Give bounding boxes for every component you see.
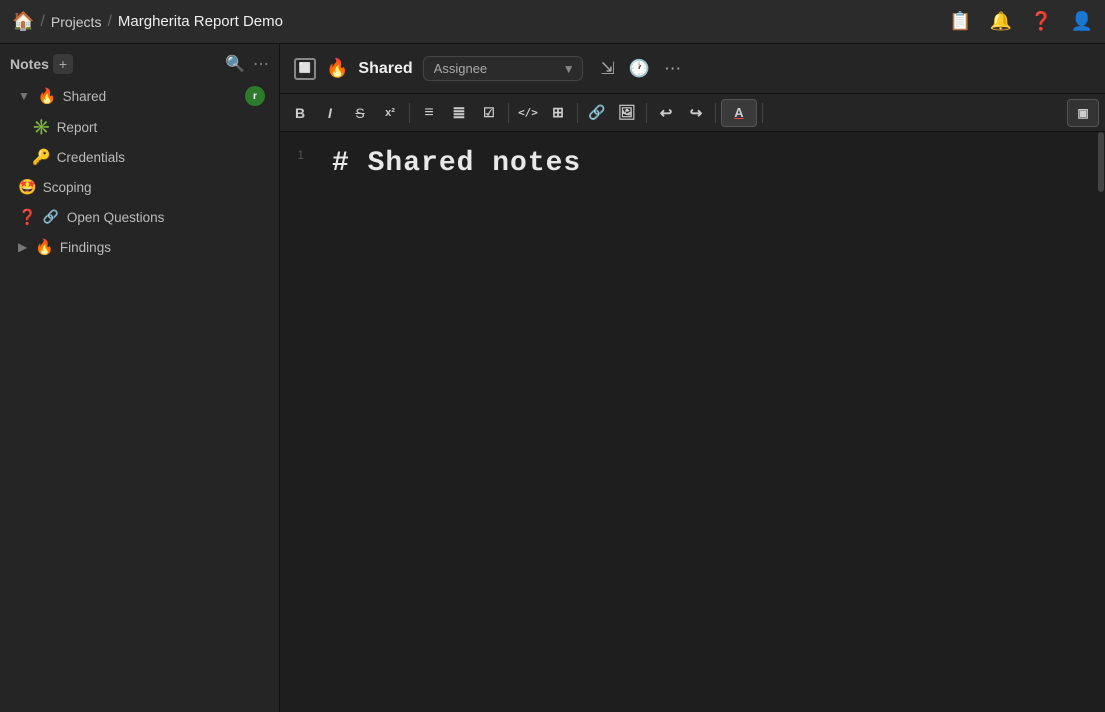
sidebar-header: Notes + 🔍 ⋯: [0, 44, 279, 80]
inline-code-button[interactable]: </>: [514, 99, 542, 127]
image-button[interactable]: 🖼: [613, 99, 641, 127]
share-icon[interactable]: ⇲: [601, 59, 615, 79]
toolbar-right: ▣: [1067, 99, 1099, 127]
line-numbers: 1: [280, 132, 312, 712]
add-note-button[interactable]: +: [53, 54, 73, 74]
toolbar-sep-5: [715, 103, 716, 123]
history-icon[interactable]: 🕐: [629, 59, 650, 79]
scrollbar-thumb[interactable]: [1098, 132, 1104, 192]
page-emoji-icon: 🔥: [326, 58, 348, 79]
more-options-icon[interactable]: ⋯: [664, 59, 681, 79]
breadcrumb-page-title: Margherita Report Demo: [118, 13, 283, 30]
sidebar-item-findings[interactable]: ▶ 🔥 Findings: [4, 233, 275, 261]
breadcrumb-sep-1: /: [40, 13, 44, 31]
redo-button[interactable]: ↪: [682, 99, 710, 127]
assignee-wrapper: Assignee Alice Bob Charlie ▼: [423, 56, 583, 81]
toolbar-sep-2: [508, 103, 509, 123]
ordered-list-button[interactable]: ≣: [445, 99, 473, 127]
scoping-icon: 🤩: [18, 178, 37, 196]
content-page-title: Shared: [358, 60, 412, 78]
line-number-1: 1: [280, 148, 304, 162]
toolbar-sep-6: [762, 103, 763, 123]
toolbar-sep-1: [409, 103, 410, 123]
sidebar-item-open-questions[interactable]: ❓ 🔗 Open Questions: [4, 203, 275, 231]
main-layout: Notes + 🔍 ⋯ ▼ 🔥 Shared r ✳️ Report 🔑 Cre…: [0, 44, 1105, 712]
link-button[interactable]: 🔗: [583, 99, 611, 127]
content-header: ⬜ 🔥 Shared Assignee Alice Bob Charlie ▼ …: [280, 44, 1105, 94]
toolbar-sep-3: [577, 103, 578, 123]
help-icon[interactable]: ❓: [1030, 11, 1052, 32]
credentials-icon: 🔑: [32, 148, 51, 166]
editor: 1 # Shared notes: [280, 132, 1105, 712]
editor-content[interactable]: # Shared notes: [312, 132, 1105, 712]
view-mode-button[interactable]: ▣: [1067, 99, 1099, 127]
table-button[interactable]: ⊞: [544, 99, 572, 127]
superscript-button[interactable]: x²: [376, 99, 404, 127]
sidebar-item-scoping[interactable]: 🤩 Scoping: [4, 173, 275, 201]
expand-arrow-findings: ▶: [18, 240, 27, 254]
content-area: ⬜ 🔥 Shared Assignee Alice Bob Charlie ▼ …: [280, 44, 1105, 712]
sidebar-item-report[interactable]: ✳️ Report: [4, 113, 275, 141]
topbar: 🏠 / Projects / Margherita Report Demo 📋 …: [0, 0, 1105, 44]
toolbar: B I S x² ≡ ≣ ☑ </> ⊞ 🔗 🖼 ↩ ↪ A ▣: [280, 94, 1105, 132]
sidebar: Notes + 🔍 ⋯ ▼ 🔥 Shared r ✳️ Report 🔑 Cre…: [0, 44, 280, 712]
shared-badge: r: [245, 86, 265, 106]
sidebar-shared-label: Shared: [63, 89, 239, 104]
bullet-list-button[interactable]: ≡: [415, 99, 443, 127]
assignee-select[interactable]: Assignee Alice Bob Charlie: [423, 56, 583, 81]
clipboard-icon[interactable]: 📋: [949, 11, 971, 32]
task-list-button[interactable]: ☑: [475, 99, 503, 127]
bold-button[interactable]: B: [286, 99, 314, 127]
sidebar-item-shared[interactable]: ▼ 🔥 Shared r: [4, 81, 275, 111]
report-icon: ✳️: [32, 118, 51, 136]
sidebar-scoping-label: Scoping: [43, 180, 265, 195]
toolbar-sep-4: [646, 103, 647, 123]
sidebar-item-credentials[interactable]: 🔑 Credentials: [4, 143, 275, 171]
open-questions-icon: ❓: [18, 208, 37, 226]
sidebar-open-questions-label: Open Questions: [67, 210, 265, 225]
highlight-button[interactable]: A: [721, 99, 757, 127]
topbar-right-icons: 📋 🔔 ❓ 👤: [949, 11, 1093, 32]
expand-arrow-shared: ▼: [18, 89, 30, 103]
sidebar-report-label: Report: [57, 120, 265, 135]
undo-button[interactable]: ↩: [652, 99, 680, 127]
findings-icon: 🔥: [35, 238, 54, 256]
sidebar-findings-label: Findings: [60, 240, 265, 255]
bell-icon[interactable]: 🔔: [990, 11, 1012, 32]
header-icons: ⇲ 🕐 ⋯: [601, 59, 681, 79]
scrollbar-track[interactable]: [1097, 132, 1105, 712]
sidebar-credentials-label: Credentials: [57, 150, 265, 165]
shared-icon: 🔥: [38, 87, 57, 105]
strikethrough-button[interactable]: S: [346, 99, 374, 127]
breadcrumb-projects[interactable]: Projects: [51, 14, 102, 30]
sidebar-search-icon[interactable]: 🔍: [225, 54, 245, 74]
home-icon[interactable]: 🏠: [12, 11, 34, 32]
block-type-icon[interactable]: ⬜: [294, 58, 316, 80]
share-icon: 🔗: [43, 209, 59, 225]
breadcrumb-sep-2: /: [107, 13, 111, 31]
notes-label: Notes: [10, 56, 49, 72]
user-icon[interactable]: 👤: [1071, 11, 1093, 32]
sidebar-actions: 🔍 ⋯: [225, 54, 269, 74]
sidebar-more-icon[interactable]: ⋯: [253, 54, 269, 74]
heading-1: # Shared notes: [332, 148, 1085, 179]
italic-button[interactable]: I: [316, 99, 344, 127]
